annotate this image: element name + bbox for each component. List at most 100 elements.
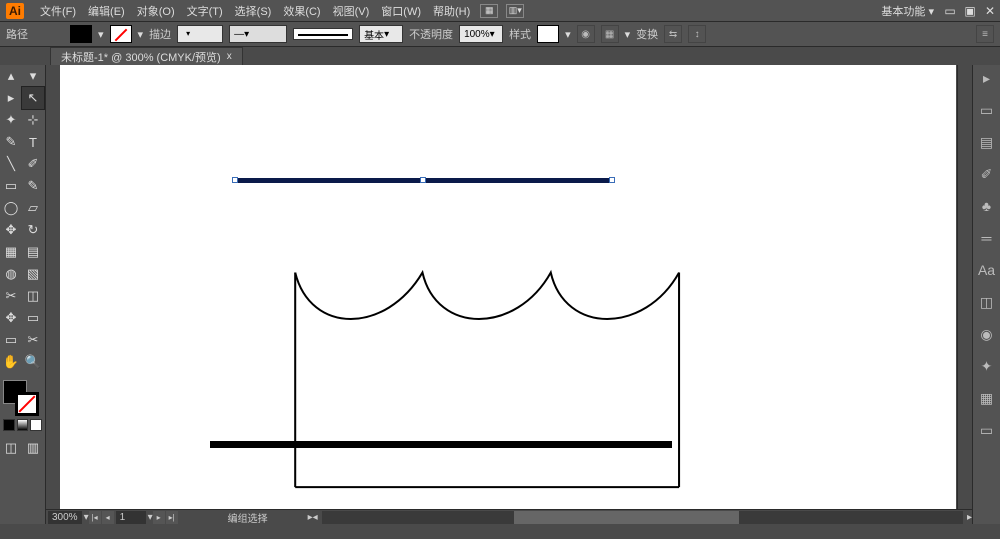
panel-expand-icon[interactable]: ▸ xyxy=(978,69,996,87)
selection-tool[interactable]: ▸ xyxy=(0,87,22,109)
brush-definition[interactable] xyxy=(293,28,353,40)
bottom-bar-object[interactable] xyxy=(210,441,672,448)
align-icon[interactable]: ▦ xyxy=(601,25,619,43)
artboard-tool[interactable]: ▭ xyxy=(0,329,22,351)
perspective-grid-tool[interactable]: ▧ xyxy=(22,263,44,285)
menu-help[interactable]: 帮助(H) xyxy=(427,3,476,19)
scallop-path xyxy=(295,273,679,319)
pencil-tool[interactable]: ✎ xyxy=(22,175,44,197)
vertical-scrollbar[interactable] xyxy=(957,65,972,524)
window-maximize[interactable]: ▣ xyxy=(960,4,980,18)
hscroll-thumb[interactable] xyxy=(514,511,738,524)
free-transform-tool[interactable]: ▤ xyxy=(22,241,44,263)
zoom-tool[interactable]: 🔍 xyxy=(22,351,44,373)
rotate-tool[interactable]: ✥ xyxy=(0,219,22,241)
workspace-switcher[interactable]: 基本功能 ▾ xyxy=(875,3,940,19)
menu-window[interactable]: 窗口(W) xyxy=(375,3,427,19)
zoom-field[interactable]: 300% xyxy=(48,511,82,524)
document-tab[interactable]: 未标题-1* @ 300% (CMYK/预览) x xyxy=(50,47,243,66)
lasso-tool[interactable]: ⊹ xyxy=(22,109,44,131)
hscroll-right[interactable]: ▸ xyxy=(967,512,972,523)
panel-color-icon[interactable]: ▭ xyxy=(978,101,996,119)
nav-last[interactable]: ▸| xyxy=(166,511,178,524)
screen-mode-icon[interactable]: ▥▾ xyxy=(506,4,524,18)
panel-symbols-icon[interactable]: ♣ xyxy=(978,197,996,215)
blend-tool[interactable]: ▭ xyxy=(22,307,44,329)
shape-builder-tool[interactable]: ◍ xyxy=(0,263,22,285)
stroke-label[interactable]: 描边 xyxy=(149,26,171,42)
window-close[interactable]: ✕ xyxy=(980,4,1000,18)
panel-appearance-icon[interactable]: ◉ xyxy=(978,325,996,343)
arrange-docs-icon[interactable]: ▦ xyxy=(480,4,498,18)
menu-type[interactable]: 文字(T) xyxy=(181,3,229,19)
menu-file[interactable]: 文件(F) xyxy=(34,3,82,19)
opacity-label[interactable]: 不透明度 xyxy=(409,26,453,42)
panel-graphic-styles-icon[interactable]: ✦ xyxy=(978,357,996,375)
rectangle-tool[interactable]: ✐ xyxy=(22,153,44,175)
fill-menu-arrow[interactable]: ▾ xyxy=(98,28,104,41)
nav-first[interactable]: |◂ xyxy=(89,511,101,524)
menu-effect[interactable]: 效果(C) xyxy=(277,3,326,19)
canvas[interactable] xyxy=(60,65,956,524)
document-tab-bar: 未标题-1* @ 300% (CMYK/预览) x xyxy=(0,47,1000,65)
horizontal-scrollbar[interactable] xyxy=(322,511,963,524)
menu-view[interactable]: 视图(V) xyxy=(327,3,376,19)
slice-tool[interactable]: ✂ xyxy=(22,329,44,351)
menu-object[interactable]: 对象(O) xyxy=(131,3,181,19)
transform-icon-2[interactable]: ↕ xyxy=(688,25,706,43)
eyedropper-tool[interactable]: ✥ xyxy=(0,307,22,329)
eraser-tool[interactable]: ▱ xyxy=(22,197,44,219)
stroke-style-field[interactable]: 基本 ▾ xyxy=(359,25,403,43)
pen-tool[interactable]: ✎ xyxy=(0,131,22,153)
opacity-field[interactable]: 100% ▾ xyxy=(459,25,503,43)
stroke-weight-field[interactable]: ▾ xyxy=(177,25,223,43)
artboard-number-field[interactable]: 1 xyxy=(116,511,146,524)
graphic-style-swatch[interactable] xyxy=(537,25,559,43)
selection-handle-left[interactable] xyxy=(232,177,238,183)
control-menu-icon[interactable]: ≡ xyxy=(976,25,994,43)
panel-transparency-icon[interactable]: ▦ xyxy=(978,389,996,407)
menu-edit[interactable]: 编辑(E) xyxy=(82,3,131,19)
transform-label[interactable]: 变换 xyxy=(636,26,658,42)
stroke-menu-arrow[interactable]: ▾ xyxy=(138,28,144,41)
color-mode-gradient[interactable] xyxy=(17,419,29,431)
direct-selection-tool[interactable]: ↖ xyxy=(22,87,44,109)
panel-stroke-icon[interactable]: ═ xyxy=(978,229,996,247)
width-tool[interactable]: ▦ xyxy=(0,241,22,263)
hand-tool[interactable]: ✋ xyxy=(0,351,22,373)
line-tool[interactable]: ╲ xyxy=(0,153,22,175)
work-area: ▴▾ ▸↖ ✦⊹ ✎T ╲✐ ▭✎ ◯▱ ✥↻ ▦▤ ◍▧ ✂◫ ✥▭ ▭✂ ✋… xyxy=(0,65,1000,524)
mesh-tool[interactable]: ✂ xyxy=(0,285,22,307)
color-mode-none[interactable] xyxy=(30,419,42,431)
nav-next[interactable]: ▸ xyxy=(153,511,165,524)
magic-wand-tool[interactable]: ✦ xyxy=(0,109,22,131)
window-minimize[interactable]: ▭ xyxy=(940,4,960,18)
panel-swatches-icon[interactable]: ▤ xyxy=(978,133,996,151)
screen-mode-full[interactable]: ▥ xyxy=(22,437,44,459)
tab-close-icon[interactable]: x xyxy=(227,51,232,62)
type-tool[interactable]: T xyxy=(22,131,44,153)
panel-character-icon[interactable]: Aa xyxy=(978,261,996,279)
panel-layers-icon[interactable]: ▭ xyxy=(978,421,996,439)
gradient-tool[interactable]: ◫ xyxy=(22,285,44,307)
var-width-profile[interactable]: — ▾ xyxy=(229,25,287,43)
style-label: 样式 xyxy=(509,26,531,42)
nav-prev[interactable]: ◂ xyxy=(102,511,114,524)
scale-tool[interactable]: ↻ xyxy=(22,219,44,241)
panel-paragraph-icon[interactable]: ◫ xyxy=(978,293,996,311)
blob-brush-tool[interactable]: ◯ xyxy=(0,197,22,219)
stroke-swatch[interactable] xyxy=(110,25,132,43)
selection-handle-center[interactable] xyxy=(420,177,426,183)
app-logo: Ai xyxy=(6,3,24,19)
fill-swatch[interactable] xyxy=(70,25,92,43)
paintbrush-tool[interactable]: ▭ xyxy=(0,175,22,197)
panel-brushes-icon[interactable]: ✐ xyxy=(978,165,996,183)
fill-stroke-control[interactable] xyxy=(0,377,44,417)
selection-handle-right[interactable] xyxy=(609,177,615,183)
recolor-icon[interactable]: ◉ xyxy=(577,25,595,43)
screen-mode-normal[interactable]: ◫ xyxy=(0,437,22,459)
color-mode-fill[interactable] xyxy=(3,419,15,431)
menu-select[interactable]: 选择(S) xyxy=(229,3,278,19)
hscroll-left[interactable]: ◂ xyxy=(313,512,318,523)
transform-icon-1[interactable]: ⇆ xyxy=(664,25,682,43)
